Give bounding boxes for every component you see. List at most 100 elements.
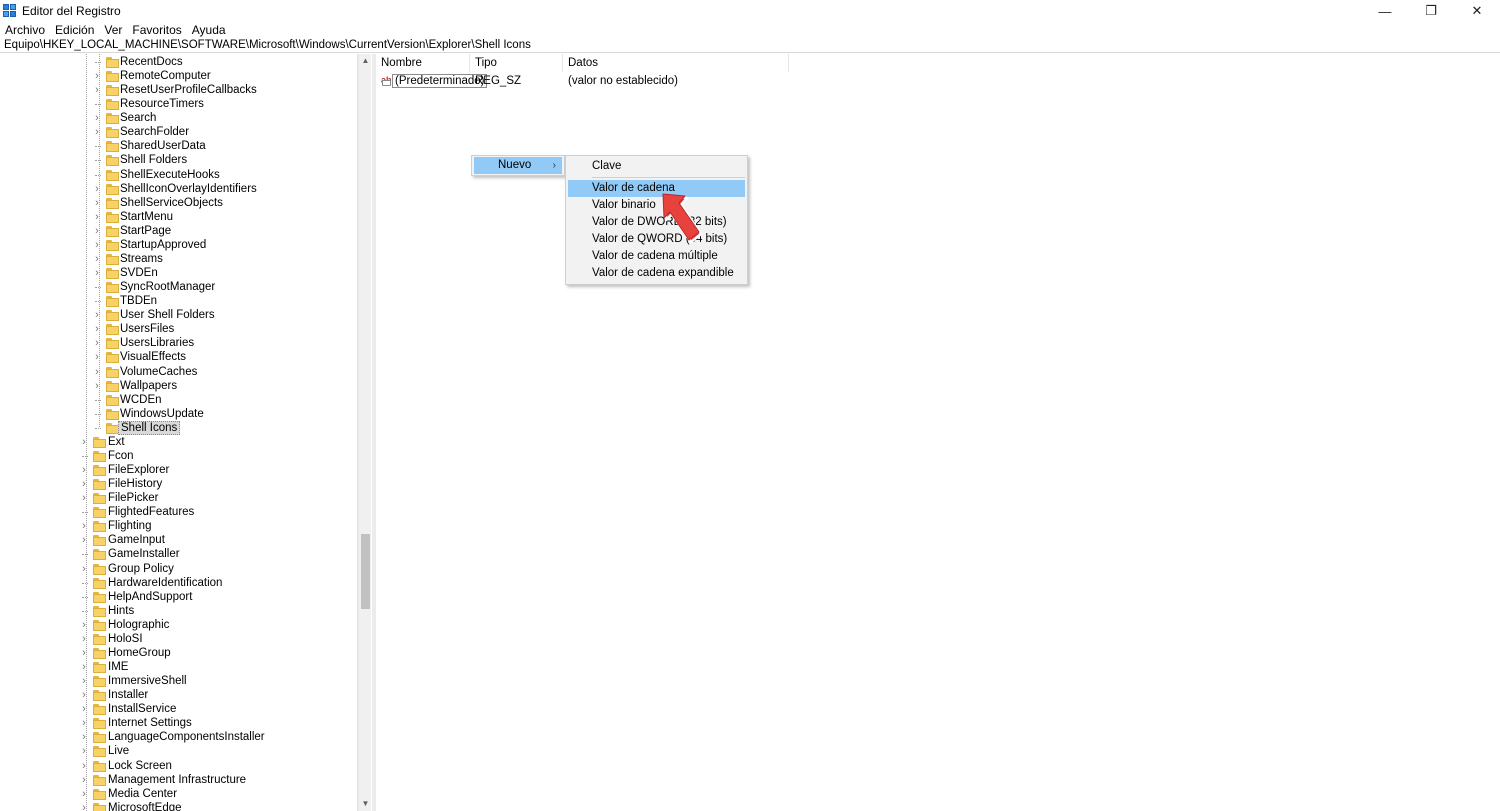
- tree-item[interactable]: › ResetUserProfileCallbacks: [0, 83, 357, 97]
- scroll-thumb[interactable]: [361, 534, 370, 609]
- column-header-tipo[interactable]: Tipo: [470, 54, 563, 72]
- tree-item[interactable]: › IME: [0, 660, 357, 674]
- chevron-right-icon[interactable]: ›: [93, 224, 101, 238]
- chevron-right-icon[interactable]: ›: [93, 210, 101, 224]
- chevron-right-icon[interactable]: ›: [80, 618, 88, 632]
- chevron-right-icon[interactable]: ›: [93, 125, 101, 139]
- chevron-right-icon[interactable]: ›: [93, 252, 101, 266]
- restore-button[interactable]: ❐: [1408, 0, 1454, 22]
- tree-item-selected[interactable]: Shell Icons: [0, 421, 357, 435]
- chevron-right-icon[interactable]: ›: [93, 308, 101, 322]
- registry-tree[interactable]: RecentDocs › RemoteComputer › ResetUserProfi…: [0, 54, 358, 811]
- chevron-right-icon[interactable]: ›: [80, 562, 88, 576]
- tree-item[interactable]: › Internet Settings: [0, 716, 357, 730]
- menu-ver[interactable]: Ver: [99, 23, 127, 37]
- tree-item[interactable]: › GameInput: [0, 533, 357, 547]
- tree-item[interactable]: › VisualEffects: [0, 350, 357, 364]
- address-bar[interactable]: Equipo\HKEY_LOCAL_MACHINE\SOFTWARE\Micro…: [0, 38, 1500, 53]
- tree-item[interactable]: HelpAndSupport: [0, 590, 357, 604]
- chevron-right-icon[interactable]: ›: [93, 336, 101, 350]
- tree-item[interactable]: › Streams: [0, 252, 357, 266]
- column-header-datos[interactable]: Datos: [563, 54, 789, 72]
- tree-item[interactable]: HardwareIdentification: [0, 576, 357, 590]
- submenu-item-clave[interactable]: Clave: [568, 158, 745, 175]
- chevron-right-icon[interactable]: ›: [93, 365, 101, 379]
- chevron-right-icon[interactable]: ›: [80, 646, 88, 660]
- tree-item[interactable]: › User Shell Folders: [0, 308, 357, 322]
- chevron-right-icon[interactable]: ›: [93, 322, 101, 336]
- tree-item[interactable]: Shell Folders: [0, 153, 357, 167]
- chevron-right-icon[interactable]: ›: [93, 182, 101, 196]
- tree-item[interactable]: RecentDocs: [0, 55, 357, 69]
- tree-item[interactable]: › Group Policy: [0, 562, 357, 576]
- chevron-right-icon[interactable]: ›: [93, 111, 101, 125]
- tree-item[interactable]: › MicrosoftEdge: [0, 801, 357, 811]
- chevron-right-icon[interactable]: ›: [80, 491, 88, 505]
- chevron-right-icon[interactable]: ›: [80, 702, 88, 716]
- tree-item[interactable]: ShellExecuteHooks: [0, 168, 357, 182]
- chevron-right-icon[interactable]: ›: [80, 477, 88, 491]
- tree-item[interactable]: Fcon: [0, 449, 357, 463]
- close-button[interactable]: ✕: [1454, 0, 1500, 22]
- chevron-right-icon[interactable]: ›: [80, 744, 88, 758]
- tree-item[interactable]: › RemoteComputer: [0, 69, 357, 83]
- chevron-right-icon[interactable]: ›: [93, 83, 101, 97]
- tree-item[interactable]: Hints: [0, 604, 357, 618]
- chevron-right-icon[interactable]: ›: [80, 716, 88, 730]
- tree-item[interactable]: ResourceTimers: [0, 97, 357, 111]
- tree-item[interactable]: › Installer: [0, 688, 357, 702]
- tree-item[interactable]: › UsersFiles: [0, 322, 357, 336]
- chevron-right-icon[interactable]: ›: [93, 379, 101, 393]
- tree-item[interactable]: › Search: [0, 111, 357, 125]
- tree-item[interactable]: SharedUserData: [0, 139, 357, 153]
- chevron-right-icon[interactable]: ›: [93, 196, 101, 210]
- tree-item[interactable]: › LanguageComponentsInstaller: [0, 730, 357, 744]
- tree-item[interactable]: › HomeGroup: [0, 646, 357, 660]
- chevron-right-icon[interactable]: ›: [80, 773, 88, 787]
- menu-archivo[interactable]: Archivo: [0, 23, 50, 37]
- tree-item[interactable]: › InstallService: [0, 702, 357, 716]
- tree-item[interactable]: GameInstaller: [0, 547, 357, 561]
- chevron-right-icon[interactable]: ›: [93, 69, 101, 83]
- tree-item[interactable]: › VolumeCaches: [0, 365, 357, 379]
- chevron-right-icon[interactable]: ›: [80, 730, 88, 744]
- chevron-right-icon[interactable]: ›: [80, 660, 88, 674]
- tree-item[interactable]: › ImmersiveShell: [0, 674, 357, 688]
- tree-item[interactable]: › FilePicker: [0, 491, 357, 505]
- tree-item[interactable]: › Flighting: [0, 519, 357, 533]
- tree-item[interactable]: TBDEn: [0, 294, 357, 308]
- menu-ayuda[interactable]: Ayuda: [187, 23, 231, 37]
- chevron-right-icon[interactable]: ›: [80, 435, 88, 449]
- chevron-right-icon[interactable]: ›: [93, 350, 101, 364]
- tree-item[interactable]: › Lock Screen: [0, 759, 357, 773]
- tree-item[interactable]: › Live: [0, 744, 357, 758]
- tree-item[interactable]: › FileHistory: [0, 477, 357, 491]
- scroll-up-icon[interactable]: ▲: [359, 54, 372, 68]
- tree-item[interactable]: › Holographic: [0, 618, 357, 632]
- tree-item[interactable]: › HoloSI: [0, 632, 357, 646]
- tree-item[interactable]: › Media Center: [0, 787, 357, 801]
- tree-item[interactable]: WindowsUpdate: [0, 407, 357, 421]
- tree-item[interactable]: › SVDEn: [0, 266, 357, 280]
- tree-item[interactable]: › UsersLibraries: [0, 336, 357, 350]
- tree-item[interactable]: › FileExplorer: [0, 463, 357, 477]
- chevron-right-icon[interactable]: ›: [80, 632, 88, 646]
- tree-item[interactable]: SyncRootManager: [0, 280, 357, 294]
- menu-favoritos[interactable]: Favoritos: [127, 23, 186, 37]
- submenu-item-valor-expandible[interactable]: Valor de cadena expandible: [568, 265, 745, 282]
- tree-item[interactable]: › StartupApproved: [0, 238, 357, 252]
- tree-item[interactable]: › Wallpapers: [0, 379, 357, 393]
- chevron-right-icon[interactable]: ›: [80, 801, 88, 811]
- chevron-right-icon[interactable]: ›: [80, 533, 88, 547]
- chevron-right-icon[interactable]: ›: [93, 266, 101, 280]
- chevron-right-icon[interactable]: ›: [80, 688, 88, 702]
- chevron-right-icon[interactable]: ›: [93, 238, 101, 252]
- chevron-right-icon[interactable]: ›: [80, 463, 88, 477]
- menu-item-nuevo[interactable]: Nuevo ›: [474, 157, 562, 174]
- tree-scrollbar[interactable]: ▲ ▼: [358, 54, 371, 811]
- tree-item[interactable]: WCDEn: [0, 393, 357, 407]
- tree-item[interactable]: › StartPage: [0, 224, 357, 238]
- tree-item[interactable]: › StartMenu: [0, 210, 357, 224]
- tree-item[interactable]: › Management Infrastructure: [0, 773, 357, 787]
- chevron-right-icon[interactable]: ›: [80, 759, 88, 773]
